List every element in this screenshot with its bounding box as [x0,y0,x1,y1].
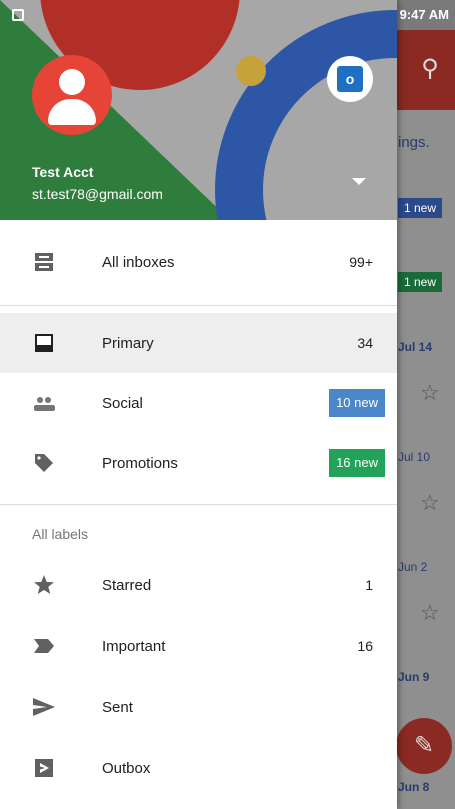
background-text: ings. [398,134,430,151]
item-count: 16 [357,638,373,654]
person-icon-body [48,99,96,125]
background-chip: 1 new [398,198,443,218]
drawer-item-outbox[interactable]: Outbox [0,738,397,798]
outbox-icon [32,756,56,780]
compose-icon: ✎ [396,718,452,774]
background-date: Jul 10 [398,450,431,464]
background-date: Jun 2 [398,560,428,574]
drawer-item-label: Social [102,394,143,412]
all-inboxes-icon [32,250,56,274]
drawer-item-label: Primary [102,334,154,352]
drawer-item-label: Sent [102,698,133,716]
inbox-icon [32,331,56,355]
star-icon: ☆ [420,600,440,625]
important-icon [32,634,56,658]
header-decoration [215,10,397,220]
drawer-item-all-inboxes[interactable]: All inboxes 99+ [0,232,397,292]
outlook-icon: o [337,66,363,92]
drawer-item-starred[interactable]: Starred 1 [0,555,397,615]
drawer-item-sent[interactable]: Sent [0,677,397,737]
account-avatar[interactable] [32,55,112,135]
drawer-item-primary[interactable]: Primary 34 [0,313,397,373]
background-date: Jun 9 [398,670,430,684]
drawer-header: o Test Acct st.test78@gmail.com [0,0,397,220]
search-icon: ⚲ [421,55,439,82]
people-icon [32,391,56,415]
tag-icon [32,451,56,475]
drawer-item-label: Starred [102,576,152,594]
divider [0,305,397,306]
secondary-account-avatar[interactable]: o [327,56,373,102]
background-chip: 1 new [398,272,443,292]
drawer-item-label: Important [102,637,166,655]
new-count-badge: 10 new [329,389,385,417]
notification-icon [12,9,24,21]
navigation-drawer: o Test Acct st.test78@gmail.com All inbo… [0,0,397,809]
status-time: 9:47 AM [399,7,449,22]
drawer-item-important[interactable]: Important 16 [0,616,397,676]
account-name: Test Acct [32,164,94,180]
background-date: Jul 14 [398,340,433,354]
item-count: 1 [365,577,373,593]
unread-count: 34 [357,335,373,351]
star-icon: ☆ [420,380,440,405]
unread-count: 99+ [349,254,373,270]
drawer-item-social[interactable]: Social 10 new [0,373,397,433]
header-decoration [236,56,266,86]
drawer-item-label: All inboxes [102,253,175,271]
drawer-item-label: Promotions [102,454,178,472]
send-icon [32,695,56,719]
drawer-item-promotions[interactable]: Promotions 16 new [0,433,397,493]
account-email: st.test78@gmail.com [32,186,163,202]
status-bar: 9:47 AM [0,0,455,30]
new-count-badge: 16 new [329,449,385,477]
account-switcher-arrow-icon[interactable] [352,178,366,185]
divider [0,504,397,505]
person-icon-head [59,69,85,95]
background-date: Jun 8 [398,780,430,794]
star-icon: ☆ [420,490,440,515]
star-icon [32,573,56,597]
section-title-all-labels: All labels [32,526,89,542]
drawer-item-label: Outbox [102,759,151,777]
